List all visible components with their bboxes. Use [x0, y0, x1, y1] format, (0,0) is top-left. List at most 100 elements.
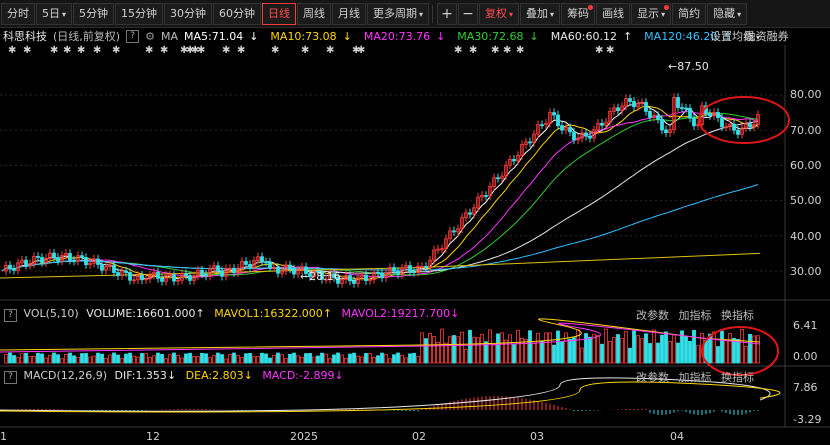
volume-bar	[16, 357, 20, 364]
volume-bar	[180, 357, 184, 364]
candle-body	[140, 274, 144, 281]
change-params-button[interactable]: 改参数	[636, 371, 669, 384]
help-icon[interactable]: ?	[4, 371, 17, 384]
volume-bar	[676, 342, 680, 364]
volume-bar	[596, 334, 600, 364]
help-icon[interactable]: ?	[4, 309, 17, 322]
volume-bar	[404, 357, 408, 364]
event-marker-icon[interactable]: ✱	[237, 45, 245, 56]
event-marker-icon[interactable]: ✱	[491, 45, 499, 56]
candle-body	[660, 118, 664, 131]
event-marker-icon[interactable]: ✱	[23, 45, 31, 56]
event-marker-icon[interactable]: ✱	[271, 45, 279, 56]
event-marker-icon[interactable]: ✱	[112, 45, 120, 56]
candle-body	[8, 264, 12, 270]
ma30-line	[1, 113, 759, 276]
date-tick: 2025	[290, 430, 318, 443]
volume-bar	[112, 352, 116, 364]
candle-body	[708, 113, 712, 117]
volume-bar	[392, 354, 396, 364]
volume-bar	[668, 341, 672, 364]
switch-indicator-button[interactable]: 换指标	[721, 309, 754, 322]
event-marker-icon[interactable]: ✱	[357, 45, 365, 56]
candle-body	[276, 267, 280, 274]
candle-body	[292, 268, 296, 275]
candle-body	[184, 273, 188, 276]
volume-bar	[568, 338, 572, 364]
event-marker-icon[interactable]: ✱	[93, 45, 101, 56]
candle-body	[628, 98, 632, 102]
price-tick: 80.00	[790, 88, 822, 101]
volume-bar	[620, 337, 624, 364]
volume-bar	[164, 358, 168, 364]
candle-body	[540, 124, 544, 127]
event-marker-icon[interactable]: ✱	[63, 45, 71, 56]
candle-body	[188, 275, 192, 281]
volume-bar	[556, 330, 560, 364]
candle-body	[116, 272, 120, 277]
event-marker-icon[interactable]: ✱	[606, 45, 614, 56]
volume-bar	[236, 355, 240, 364]
candle-body	[720, 117, 724, 128]
macd-axis-top: 7.86	[793, 381, 818, 394]
volume-bar	[232, 352, 236, 364]
volume-bar	[744, 345, 748, 364]
candle-body	[736, 129, 740, 135]
event-marker-icon[interactable]: ✱	[454, 45, 462, 56]
volume-bar	[32, 355, 36, 364]
event-marker-icon[interactable]: ✱	[50, 45, 58, 56]
event-marker-icon[interactable]: ✱	[595, 45, 603, 56]
change-params-button[interactable]: 改参数	[636, 309, 669, 322]
volume-bar	[516, 329, 520, 364]
add-indicator-button[interactable]: 加指标	[679, 309, 712, 322]
event-marker-icon[interactable]: ✱	[301, 45, 309, 56]
event-marker-icon[interactable]: ✱	[197, 45, 205, 56]
volume-bar	[504, 339, 508, 364]
candle-body	[352, 280, 356, 284]
volume-bar	[244, 353, 248, 364]
event-marker-icon[interactable]: ✱	[145, 45, 153, 56]
price-tick: 70.00	[790, 124, 822, 137]
volume-bar	[156, 352, 160, 364]
event-marker-icon[interactable]: ✱	[469, 45, 477, 56]
volume-bar	[264, 353, 268, 364]
candle-body	[100, 263, 104, 271]
highlight-circle	[698, 96, 790, 144]
macd-axis-bottom: -3.29	[793, 413, 822, 426]
event-marker-icon[interactable]: ✱	[326, 45, 334, 56]
volume-bar	[464, 349, 468, 364]
add-indicator-button[interactable]: 加指标	[679, 371, 712, 384]
candle-body	[244, 261, 248, 265]
volume-bar	[120, 357, 124, 364]
switch-indicator-button[interactable]: 换指标	[721, 371, 754, 384]
candle-body	[552, 112, 556, 116]
volume-bar	[640, 338, 644, 364]
volume-bar	[24, 352, 28, 364]
candle-body	[424, 265, 428, 268]
volume-bar	[332, 354, 336, 364]
event-marker-icon[interactable]: ✱	[222, 45, 230, 56]
volume-bar	[48, 354, 52, 364]
event-marker-icon[interactable]: ✱	[8, 45, 16, 56]
volume-bar	[460, 331, 464, 364]
event-marker-icon[interactable]: ✱	[516, 45, 524, 56]
volume-bar	[512, 344, 516, 364]
date-tick: 1	[0, 430, 7, 443]
volume-bar	[80, 353, 84, 364]
volume-bar	[612, 337, 616, 364]
event-marker-icon[interactable]: ✱	[77, 45, 85, 56]
vol-axis-bottom: 0.00	[793, 350, 818, 363]
candle-body	[36, 256, 40, 258]
volume-bar	[664, 331, 668, 364]
volume-bar	[472, 336, 476, 364]
candle-body	[584, 132, 588, 137]
event-marker-icon[interactable]: ✱	[503, 45, 511, 56]
volume-bar	[692, 329, 696, 364]
candle-body	[688, 107, 692, 119]
candle-body	[124, 270, 128, 273]
event-marker-icon[interactable]: ✱	[160, 45, 168, 56]
macd-legend: ? MACD(12,26,9) DIF:1.353↓ DEA:2.803↓ MA…	[4, 369, 344, 384]
dea-value: DEA:2.803↓	[185, 369, 253, 382]
moving-average-lines	[0, 101, 761, 282]
volume-bar	[260, 352, 264, 364]
